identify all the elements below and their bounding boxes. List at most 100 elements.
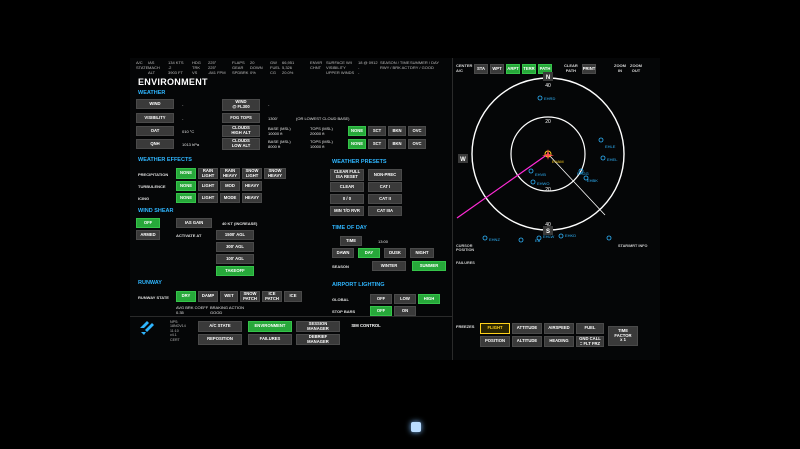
preset-min-to-rvr[interactable]: MIN T/O RVR bbox=[330, 206, 364, 216]
lighting-high[interactable]: HIGH bbox=[418, 294, 440, 304]
ias-gain-button[interactable]: IAS GAIN bbox=[176, 218, 212, 228]
nav-ac-state[interactable]: A/C STATE bbox=[198, 321, 242, 332]
cloud-low-none[interactable]: NONE bbox=[348, 139, 366, 149]
time-value: 13:00 bbox=[378, 239, 389, 244]
precip-none[interactable]: NONE bbox=[176, 168, 196, 179]
cloud-low-sct[interactable]: SCT bbox=[368, 139, 386, 149]
qnh-value: 1013 hPa bbox=[182, 142, 200, 147]
visibility-button[interactable]: VISIBILITY bbox=[136, 113, 174, 123]
airport-marker bbox=[558, 233, 564, 239]
north-label: N bbox=[546, 75, 550, 81]
freeze-attitude[interactable]: ATTITUDE bbox=[512, 323, 542, 334]
freeze-altitude[interactable]: ALTITUDE bbox=[512, 336, 542, 347]
freeze-position[interactable]: POSITION bbox=[480, 336, 510, 347]
freeze-airspeed[interactable]: AIRSPEED bbox=[544, 323, 574, 334]
precip-rain-light[interactable]: RAIN LIGHT bbox=[198, 168, 218, 179]
tod-dusk[interactable]: DUSK bbox=[384, 248, 406, 258]
hdr-col6: FLAPS GEAR SPDBRK bbox=[232, 60, 249, 75]
rwy-damp[interactable]: DAMP bbox=[198, 291, 218, 302]
airport-marker bbox=[482, 235, 488, 241]
preset-cat-ii[interactable]: CAT II bbox=[368, 194, 402, 204]
nav-session-manager[interactable]: SESSION MANAGER bbox=[296, 321, 340, 332]
nav-environment[interactable]: ENVIRONMENT bbox=[248, 321, 292, 332]
icing-mode[interactable]: MODE bbox=[220, 193, 240, 203]
shear-takeoff[interactable]: TAKEOFF bbox=[216, 266, 254, 276]
nav-failures[interactable]: FAILURES bbox=[248, 334, 292, 345]
home-airport-label: EHAM bbox=[552, 159, 564, 164]
cloud-high-none[interactable]: NONE bbox=[348, 126, 366, 136]
precip-snow-heavy[interactable]: SNOW HEAVY bbox=[264, 168, 286, 179]
pane-divider bbox=[452, 58, 453, 360]
nav-debrief-manager[interactable]: DEBRIEF MANAGER bbox=[296, 334, 340, 345]
shear-300-agl[interactable]: 300' AGL bbox=[216, 242, 254, 252]
activate-at-label: ACTIVATE AT bbox=[176, 233, 202, 238]
lighting-off[interactable]: OFF bbox=[370, 294, 392, 304]
cloud-high-bkn[interactable]: BKN bbox=[388, 126, 406, 136]
hdr-col4: HDG TRK VS bbox=[192, 60, 201, 75]
lighting-low[interactable]: LOW bbox=[394, 294, 416, 304]
fix-label: EHGG bbox=[577, 171, 589, 176]
nav-sim-control[interactable]: SIM CONTROL bbox=[344, 321, 388, 332]
clouds-low-tops: TOPS (MSL) 10000 ft bbox=[310, 139, 333, 149]
stopbars-off[interactable]: OFF bbox=[370, 306, 392, 316]
freeze-flight[interactable]: FLIGHT bbox=[480, 323, 510, 334]
fog-tops-note: (OR LOWEST CLOUD BASE) bbox=[296, 116, 350, 121]
radar-map[interactable]: N W S 40 20 20 40 EHRD EHLE EHVB EHGG EH… bbox=[455, 60, 660, 260]
nav-reposition[interactable]: REPOSITION bbox=[198, 334, 242, 345]
airport-marker bbox=[528, 168, 534, 174]
turb-none[interactable]: NONE bbox=[176, 181, 196, 191]
preset-clear[interactable]: CLEAR bbox=[330, 182, 364, 192]
preset-non-prec[interactable]: NON-PREC bbox=[368, 169, 402, 181]
clouds-low-button[interactable]: CLOUDS LOW ALT bbox=[222, 138, 260, 150]
time-factor-button[interactable]: TIME FACTOR x 1 bbox=[608, 326, 638, 346]
preset-clear-full[interactable]: CLEAR FULL ISA RESET bbox=[330, 169, 364, 181]
wind-fl300-button[interactable]: WIND @ FL300 bbox=[222, 99, 260, 111]
season-label: SEASON bbox=[332, 264, 349, 269]
preset-zero-zero[interactable]: 0 / 0 bbox=[330, 194, 364, 204]
cloud-high-ovc[interactable]: OVC bbox=[408, 126, 426, 136]
rwy-dry[interactable]: DRY bbox=[176, 291, 196, 302]
shear-100-agl[interactable]: 100' AGL bbox=[216, 254, 254, 264]
season-winter[interactable]: WINTER bbox=[372, 261, 406, 271]
turb-heavy[interactable]: HEAVY bbox=[242, 181, 262, 191]
tod-night[interactable]: NIGHT bbox=[410, 248, 434, 258]
qnh-button[interactable]: QNH bbox=[136, 139, 174, 149]
tod-dawn[interactable]: DAWN bbox=[332, 248, 354, 258]
gnd-call-flt-frz-button[interactable]: GND CALL = FLT FRZ bbox=[576, 336, 604, 347]
cloud-low-ovc[interactable]: OVC bbox=[408, 139, 426, 149]
stopbars-on[interactable]: ON bbox=[394, 306, 416, 316]
turb-mod[interactable]: MOD bbox=[220, 181, 240, 191]
cloud-high-sct[interactable]: SCT bbox=[368, 126, 386, 136]
freeze-fuel[interactable]: FUEL bbox=[576, 323, 604, 334]
ias-gain-value: 40 KT (INCREASE) bbox=[222, 221, 258, 226]
shear-armed-button[interactable]: ARMED bbox=[136, 230, 160, 240]
oat-button[interactable]: OAT bbox=[136, 126, 174, 136]
precip-snow-light[interactable]: SNOW LIGHT bbox=[242, 168, 262, 179]
icing-heavy[interactable]: HEAVY bbox=[242, 193, 262, 203]
west-label: W bbox=[460, 157, 466, 163]
hdr-col11: SURFACE W/I VISIBILITY UPPER WINDS bbox=[326, 60, 355, 75]
cloud-low-bkn[interactable]: BKN bbox=[388, 139, 406, 149]
shear-1500-agl[interactable]: 1500' AGL bbox=[216, 230, 254, 240]
rwy-wet[interactable]: WET bbox=[220, 291, 238, 302]
fog-tops-value: 1300' bbox=[268, 116, 278, 121]
preset-cat-iiia[interactable]: CAT IIIA bbox=[368, 206, 402, 216]
time-button[interactable]: TIME bbox=[340, 236, 362, 246]
shear-off-button[interactable]: OFF bbox=[136, 218, 160, 228]
icing-none[interactable]: NONE bbox=[176, 193, 196, 203]
wind-button[interactable]: WIND bbox=[136, 99, 174, 109]
fog-tops-button[interactable]: FOG TOPS bbox=[222, 113, 260, 123]
weather-section-title: WEATHER bbox=[138, 90, 166, 96]
clouds-high-button[interactable]: CLOUDS HIGH ALT bbox=[222, 125, 260, 137]
turb-light[interactable]: LIGHT bbox=[198, 181, 218, 191]
tod-day[interactable]: DAY bbox=[358, 248, 380, 258]
rwy-ice[interactable]: ICE bbox=[284, 291, 302, 302]
preset-cat-i[interactable]: CAT I bbox=[368, 182, 402, 192]
icing-light[interactable]: LIGHT bbox=[198, 193, 218, 203]
hdr-col3: 134 KTS .2 3903 FT bbox=[168, 60, 184, 75]
rwy-snow-patch[interactable]: SNOW PATCH bbox=[240, 291, 260, 302]
freeze-heading[interactable]: HEADING bbox=[544, 336, 574, 347]
season-summer[interactable]: SUMMER bbox=[412, 261, 446, 271]
rwy-ice-patch[interactable]: ICE PATCH bbox=[262, 291, 282, 302]
precip-rain-heavy[interactable]: RAIN HEAVY bbox=[220, 168, 240, 179]
